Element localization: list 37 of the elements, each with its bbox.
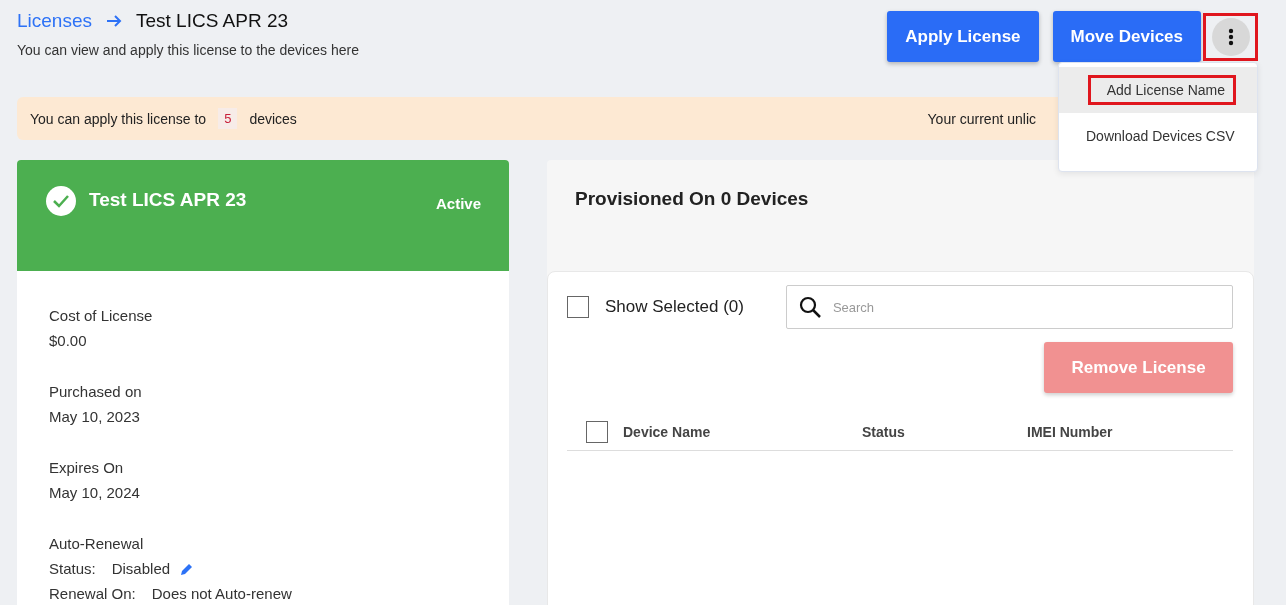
field-label: Cost of License (49, 306, 154, 326)
action-button[interactable]: Move Devices (1052, 11, 1201, 62)
vertical-dots-icon (1227, 27, 1234, 46)
field-label: Purchased on (49, 382, 143, 402)
field-value: May 10, 2023 (49, 407, 141, 427)
field-value: Disabled (111, 559, 171, 579)
field-label: Expires On (49, 458, 125, 478)
search-icon (798, 296, 821, 318)
banner-text: Your current unlic (927, 110, 1036, 127)
banner-text: You can apply this license to (30, 110, 207, 127)
field-label: Renewal On: (49, 584, 136, 604)
menu-item[interactable]: Download Devices CSV (1059, 113, 1257, 159)
pencil-edit-icon[interactable] (180, 561, 195, 576)
column-header: IMEI Number (1027, 423, 1113, 440)
field-value: Does not Auto-renew (151, 584, 292, 604)
select-all-checkbox[interactable] (586, 420, 608, 443)
action-button[interactable]: Apply License (887, 11, 1039, 62)
search-field[interactable]: Search (785, 285, 1233, 329)
column-header: Status (862, 423, 905, 440)
license-status: Active (435, 195, 481, 212)
field-label: Status: (49, 559, 96, 579)
page-title: Test LICS APR 23 (136, 10, 289, 32)
device-count: 5 (218, 108, 238, 129)
field-label: Auto-Renewal (49, 534, 145, 554)
show-selected-checkbox[interactable]: Show Selected (0) (567, 296, 744, 318)
menu-item[interactable]: Add License Name (1059, 67, 1257, 113)
panel-title: Provisioned On 0 Devices (574, 187, 810, 211)
column-header: Device Name (623, 423, 711, 440)
more-options-button[interactable] (1211, 17, 1250, 56)
field-value: $0.00 (49, 331, 88, 351)
licenses-link[interactable]: Licenses (17, 10, 92, 32)
check-circle-icon (46, 186, 76, 216)
arrow-right-icon (106, 14, 122, 28)
license-name: Test LICS APR 23 (89, 189, 247, 211)
page-subtitle: You can view and apply this license to the devices here (17, 42, 359, 58)
banner-text: devices (249, 110, 297, 127)
field-value: May 10, 2024 (49, 483, 141, 503)
